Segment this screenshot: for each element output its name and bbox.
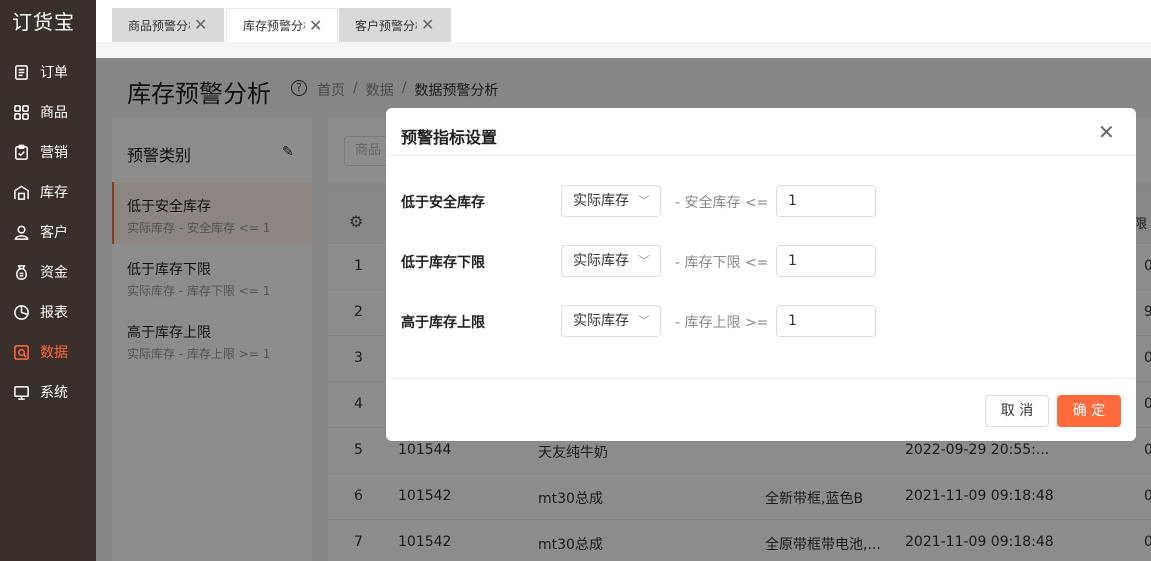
- sidebar-item-label: 系统: [40, 385, 68, 401]
- tab-label: 库存预警分析: [243, 19, 305, 33]
- dialog-header: 预警指标设置 ✕: [386, 108, 1136, 156]
- close-icon[interactable]: ✕: [1098, 122, 1115, 142]
- money-bag-icon: [12, 263, 30, 281]
- sidebar-item-label: 订单: [40, 65, 68, 81]
- sidebar-item-inventory[interactable]: 库存: [0, 172, 96, 212]
- threshold-input[interactable]: 1: [776, 245, 876, 277]
- sidebar-item-marketing[interactable]: 营销: [0, 132, 96, 172]
- tab-bar: 商品预警分析 ✕ 库存预警分析 ✕ 客户预警分析 ✕: [96, 0, 1151, 42]
- stock-type-select[interactable]: 实际库存 ﹀: [561, 185, 661, 217]
- setting-label: 低于库存下限: [401, 255, 485, 271]
- setting-row: 高于库存上限 实际库存 ﹀ - 库存上限 >= 1: [386, 305, 1136, 337]
- setting-label: 高于库存上限: [401, 315, 485, 331]
- close-icon[interactable]: ✕: [421, 17, 434, 33]
- cancel-button[interactable]: 取 消: [985, 395, 1049, 427]
- warehouse-icon: [12, 183, 30, 201]
- alert-settings-dialog: 预警指标设置 ✕ 低于安全库存 实际库存 ﹀ - 安全库存 <= 1 低于库存下限…: [386, 108, 1136, 441]
- tab-product-alert[interactable]: 商品预警分析 ✕: [112, 8, 224, 42]
- close-icon[interactable]: ✕: [194, 17, 207, 33]
- chevron-down-icon: ﹀: [637, 194, 650, 208]
- chevron-down-icon: ﹀: [637, 314, 650, 328]
- stock-type-select[interactable]: 实际库存 ﹀: [561, 245, 661, 277]
- tab-customer-alert[interactable]: 客户预警分析 ✕: [339, 8, 451, 42]
- sidebar-item-orders[interactable]: 订单: [0, 52, 96, 92]
- operator-text: - 库存下限 <=: [675, 255, 769, 271]
- sidebar: 订货宝 订单 商品 营销 库存 客户 资金 报表 数据 系统: [0, 0, 96, 561]
- sidebar-item-funds[interactable]: 资金: [0, 252, 96, 292]
- sidebar-item-data[interactable]: 数据: [0, 332, 96, 372]
- stock-type-select[interactable]: 实际库存 ﹀: [561, 305, 661, 337]
- sidebar-item-label: 商品: [40, 105, 68, 121]
- sidebar-item-label: 客户: [40, 225, 68, 241]
- setting-label: 低于安全库存: [401, 195, 485, 211]
- user-icon: [12, 223, 30, 241]
- sidebar-item-customers[interactable]: 客户: [0, 212, 96, 252]
- sidebar-item-label: 报表: [40, 305, 68, 321]
- order-icon: [12, 63, 30, 81]
- tab-label: 客户预警分析: [355, 18, 417, 33]
- data-search-icon: [12, 343, 30, 361]
- chevron-down-icon: ﹀: [637, 254, 650, 268]
- monitor-icon: [12, 383, 30, 401]
- sidebar-item-reports[interactable]: 报表: [0, 292, 96, 332]
- clipboard-check-icon: [12, 143, 30, 161]
- select-value: 实际库存: [573, 193, 629, 209]
- confirm-button[interactable]: 确 定: [1057, 395, 1121, 427]
- operator-text: - 库存上限 >=: [675, 315, 769, 331]
- sidebar-item-label: 资金: [40, 265, 68, 281]
- sidebar-nav: 订单 商品 营销 库存 客户 资金 报表 数据 系统: [0, 52, 96, 412]
- tab-inventory-alert[interactable]: 库存预警分析 ✕: [226, 8, 338, 42]
- app-logo: 订货宝: [12, 10, 75, 34]
- sidebar-item-products[interactable]: 商品: [0, 92, 96, 132]
- dialog-footer: 取 消 确 定: [386, 378, 1136, 441]
- dialog-title: 预警指标设置: [401, 128, 498, 147]
- sidebar-item-label: 营销: [40, 145, 68, 161]
- setting-row: 低于库存下限 实际库存 ﹀ - 库存下限 <= 1: [386, 245, 1136, 277]
- pie-chart-icon: [12, 303, 30, 321]
- sidebar-item-system[interactable]: 系统: [0, 372, 96, 412]
- grid-icon: [12, 103, 30, 121]
- operator-text: - 安全库存 <=: [675, 195, 769, 211]
- select-value: 实际库存: [573, 313, 629, 329]
- sidebar-item-label: 数据: [40, 345, 68, 361]
- threshold-input[interactable]: 1: [776, 305, 876, 337]
- tab-label: 商品预警分析: [128, 18, 190, 33]
- sidebar-item-label: 库存: [40, 185, 68, 201]
- select-value: 实际库存: [573, 253, 629, 269]
- close-icon[interactable]: ✕: [309, 17, 322, 34]
- setting-row: 低于安全库存 实际库存 ﹀ - 安全库存 <= 1: [386, 185, 1136, 217]
- threshold-input[interactable]: 1: [776, 185, 876, 217]
